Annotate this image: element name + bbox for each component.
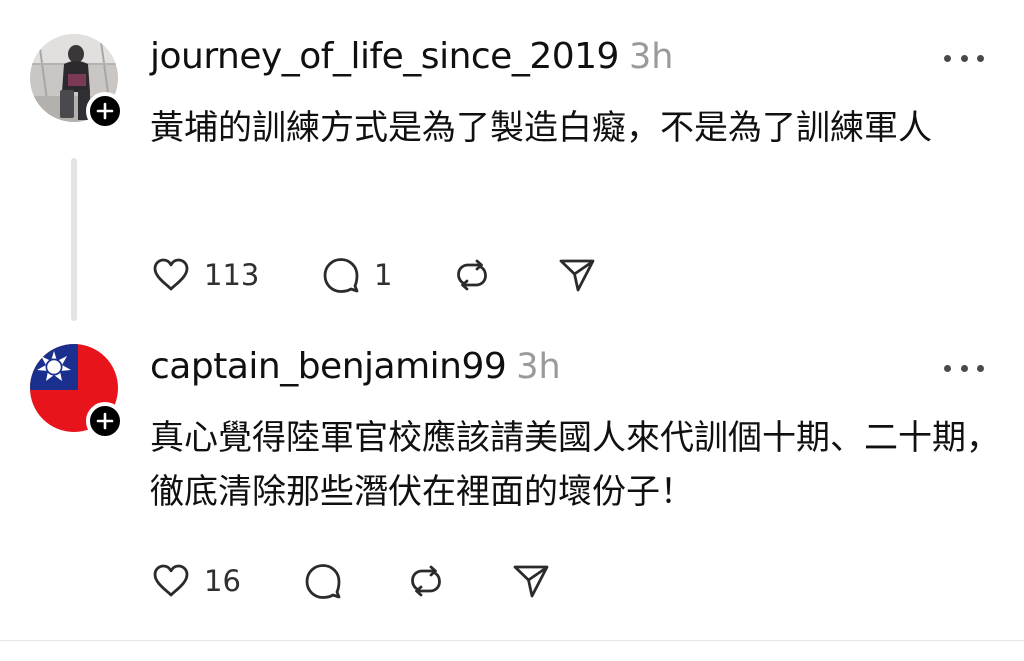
post-header: captain_benjamin99 3h: [150, 346, 561, 387]
reply-button[interactable]: 1: [322, 255, 392, 295]
send-icon: [559, 259, 595, 292]
comment-icon: [305, 564, 341, 599]
comment-icon: [323, 258, 359, 293]
username[interactable]: journey_of_life_since_2019: [150, 36, 619, 77]
username[interactable]: captain_benjamin99: [150, 346, 507, 387]
like-count: 113: [204, 258, 260, 292]
post-actions: 16: [152, 561, 612, 601]
share-button[interactable]: [512, 561, 550, 601]
like-count: 16: [204, 564, 241, 598]
send-icon: [513, 565, 549, 598]
thread-connector-line: [71, 158, 77, 321]
like-button[interactable]: 113: [152, 255, 259, 295]
plus-icon: [96, 102, 114, 120]
repost-icon: [457, 259, 487, 291]
reply-button[interactable]: [304, 561, 342, 601]
plus-icon: [96, 412, 114, 430]
post-header: journey_of_life_since_2019 3h: [150, 36, 673, 77]
feed-divider: [0, 640, 1024, 641]
post-time: 3h: [516, 347, 561, 387]
heart-icon: [153, 564, 189, 597]
repost-button[interactable]: [454, 255, 490, 295]
like-button[interactable]: 16: [152, 561, 241, 601]
heart-icon: [153, 258, 189, 291]
follow-button[interactable]: [86, 402, 124, 440]
follow-button[interactable]: [86, 92, 124, 130]
more-icon: [944, 364, 951, 372]
thread-post: journey_of_life_since_2019 3h 黃埔的訓練方式是為了…: [0, 0, 1024, 330]
thread-post: captain_benjamin99 3h 真心覺得陸軍官校應該請美國人來代訓個…: [0, 330, 1024, 640]
more-options-button[interactable]: [944, 358, 984, 378]
repost-button[interactable]: [408, 561, 444, 601]
post-text: 真心覺得陸軍官校應該請美國人來代訓個十期、二十期，徹底清除那些潛伏在裡面的壞份子…: [150, 418, 1000, 512]
reply-count: 1: [374, 258, 393, 292]
post-text: 黃埔的訓練方式是為了製造白癡，不是為了訓練軍人: [150, 108, 932, 148]
more-options-button[interactable]: [944, 48, 984, 68]
repost-icon: [411, 565, 441, 597]
more-icon: [944, 54, 951, 62]
post-actions: 113 1: [152, 255, 612, 295]
post-time: 3h: [628, 37, 674, 77]
share-button[interactable]: [558, 255, 596, 295]
